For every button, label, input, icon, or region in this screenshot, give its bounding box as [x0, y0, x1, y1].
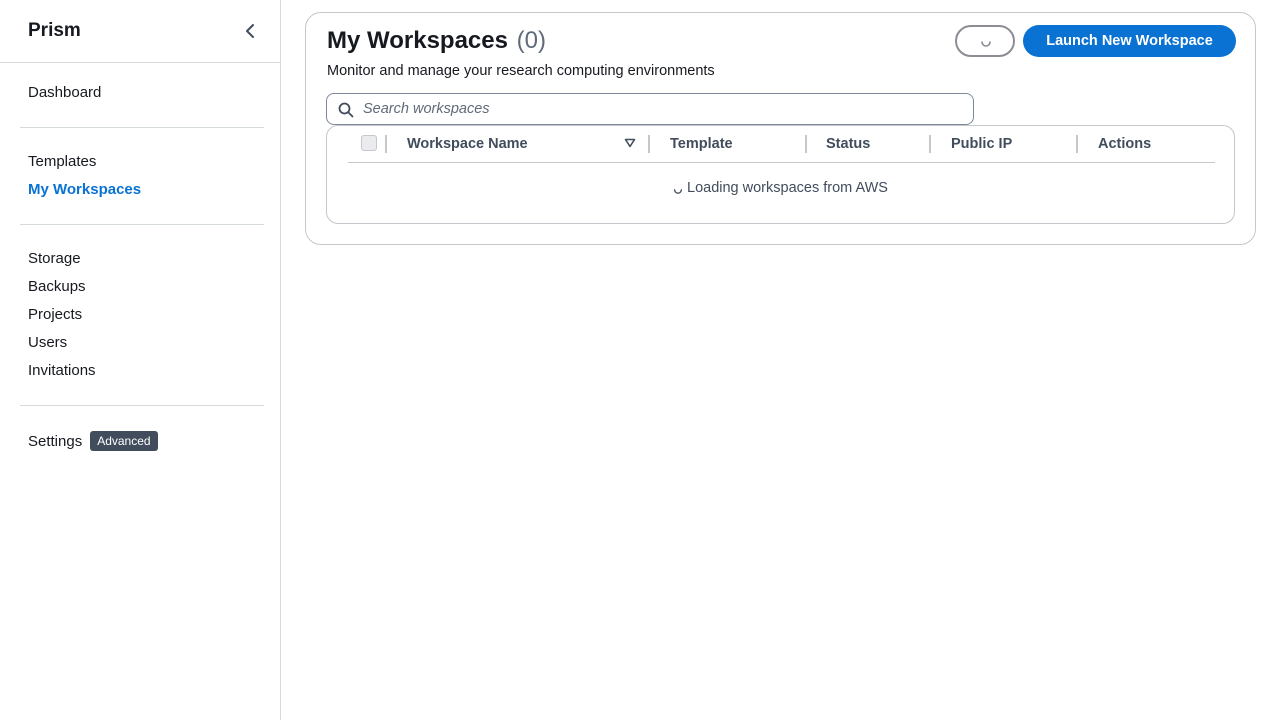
sidebar-item-my-workspaces[interactable]: My Workspaces — [28, 181, 141, 198]
sidebar-item-storage[interactable]: Storage — [28, 250, 81, 267]
column-divider[interactable] — [805, 135, 807, 153]
workspaces-table: Workspace Name Template Status Public IP… — [326, 125, 1235, 224]
workspace-count: (0) — [516, 27, 546, 54]
spinner-icon — [674, 189, 683, 194]
search-box — [326, 93, 974, 125]
launch-new-workspace-button[interactable]: Launch New Workspace — [1023, 25, 1236, 57]
column-divider[interactable] — [385, 135, 387, 153]
sidebar: Prism Dashboard Templates My Workspaces … — [0, 0, 281, 720]
column-divider[interactable] — [929, 135, 931, 153]
sidebar-item-dashboard[interactable]: Dashboard — [28, 84, 101, 101]
workspaces-container: My Workspaces (0) Monitor and manage you… — [305, 12, 1256, 245]
sidebar-divider — [20, 405, 264, 406]
column-header-workspace-name[interactable]: Workspace Name — [407, 136, 528, 152]
column-header-public-ip[interactable]: Public IP — [951, 136, 1012, 152]
sort-descending-icon[interactable] — [624, 138, 636, 148]
sidebar-item-projects[interactable]: Projects — [28, 306, 82, 323]
sidebar-header: Prism — [0, 0, 280, 63]
search-icon — [338, 102, 354, 118]
loading-text: Loading workspaces from AWS — [687, 180, 888, 196]
app-title: Prism — [28, 20, 81, 41]
column-divider[interactable] — [1076, 135, 1078, 153]
page-title-text: My Workspaces — [327, 27, 508, 54]
spinner-icon — [981, 41, 991, 47]
sidebar-item-invitations[interactable]: Invitations — [28, 362, 96, 379]
column-divider[interactable] — [648, 135, 650, 153]
sidebar-divider — [20, 224, 264, 225]
sidebar-item-users[interactable]: Users — [28, 334, 67, 351]
sidebar-item-settings[interactable]: Settings Advanced — [28, 431, 158, 451]
advanced-badge: Advanced — [90, 431, 158, 451]
sidebar-divider — [20, 127, 264, 128]
search-input[interactable] — [363, 94, 963, 124]
refresh-button[interactable] — [955, 25, 1015, 57]
select-all-checkbox[interactable] — [361, 135, 377, 151]
column-header-status[interactable]: Status — [826, 136, 870, 152]
column-header-template[interactable]: Template — [670, 136, 733, 152]
table-header: Workspace Name Template Status Public IP… — [348, 126, 1215, 163]
sidebar-item-backups[interactable]: Backups — [28, 278, 86, 295]
loading-indicator: Loading workspaces from AWS — [327, 180, 1234, 196]
sidebar-item-label: Settings — [28, 433, 83, 450]
page-title: My Workspaces (0) — [327, 27, 546, 55]
page-description: Monitor and manage your research computi… — [327, 63, 715, 79]
sidebar-item-templates[interactable]: Templates — [28, 153, 96, 170]
chevron-left-icon[interactable] — [240, 21, 260, 41]
column-header-actions: Actions — [1098, 136, 1152, 152]
